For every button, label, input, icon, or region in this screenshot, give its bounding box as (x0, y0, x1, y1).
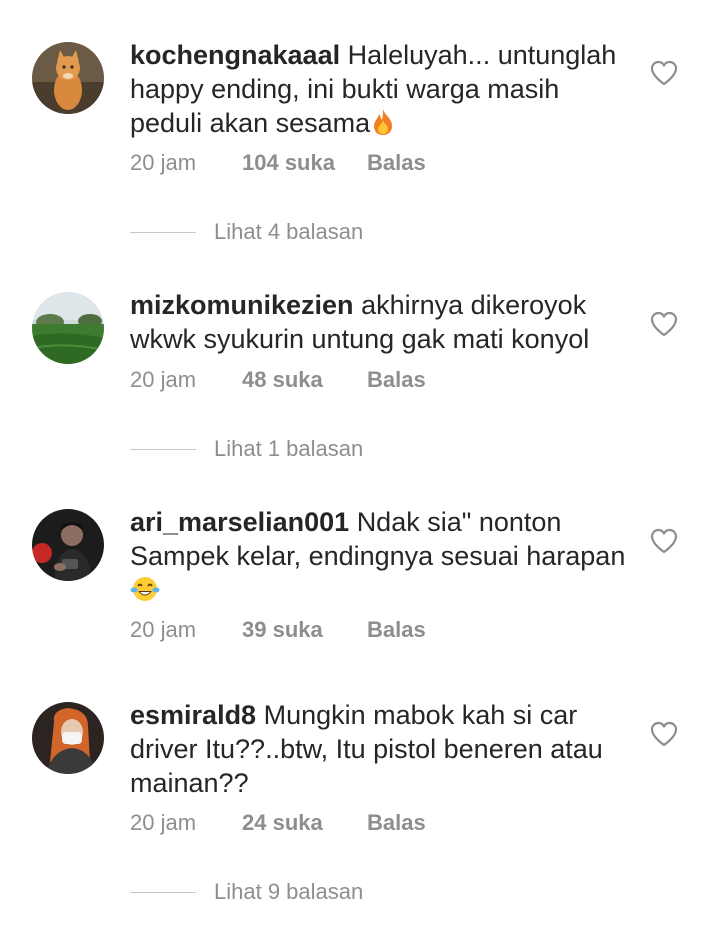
comment-username[interactable]: kochengnakaaal (130, 40, 340, 70)
avatar[interactable] (32, 702, 104, 774)
comment-text: esmirald8 Mungkin mabok kah si car drive… (130, 698, 630, 800)
avatar[interactable] (32, 509, 104, 581)
like-heart-icon[interactable] (650, 528, 678, 554)
comment-text: ari_marselian001 Ndak sia" nonton Sampek… (130, 505, 630, 607)
comment-likes[interactable]: 104 suka (242, 150, 367, 176)
avatar[interactable] (32, 292, 104, 364)
reply-button[interactable]: Balas (367, 150, 426, 176)
comment-username[interactable]: mizkomunikezien (130, 290, 354, 320)
tears-of-joy-icon (130, 575, 160, 603)
comment-username[interactable]: ari_marselian001 (130, 507, 349, 537)
view-replies-label[interactable]: Lihat 1 balasan (214, 436, 363, 462)
view-replies-label[interactable]: Lihat 9 balasan (214, 879, 363, 905)
like-heart-icon[interactable] (650, 721, 678, 747)
like-heart-icon[interactable] (650, 311, 678, 337)
reply-button[interactable]: Balas (367, 617, 426, 643)
reply-button[interactable]: Balas (367, 810, 426, 836)
replies-divider (130, 231, 196, 233)
comment-meta: 20 jam 48 suka Balas (130, 367, 426, 393)
comments-list: kochengnakaaal Haleluyah... untunglah ha… (0, 0, 720, 929)
view-replies-button[interactable]: Lihat 1 balasan (130, 434, 363, 464)
view-replies-button[interactable]: Lihat 4 balasan (130, 217, 363, 247)
comment-time: 20 jam (130, 617, 197, 642)
reply-button[interactable]: Balas (367, 367, 426, 393)
comment-username[interactable]: esmirald8 (130, 700, 256, 730)
fire-icon (370, 108, 396, 136)
comment-meta: 20 jam 39 suka Balas (130, 617, 426, 643)
comment-likes[interactable]: 24 suka (242, 810, 367, 836)
comment-time: 20 jam (130, 810, 197, 835)
comment-text: kochengnakaaal Haleluyah... untunglah ha… (130, 38, 630, 140)
view-replies-button[interactable]: Lihat 9 balasan (130, 877, 363, 907)
replies-divider (130, 448, 196, 450)
replies-divider (130, 891, 196, 893)
comment-meta: 20 jam 104 suka Balas (130, 150, 426, 176)
avatar[interactable] (32, 42, 104, 114)
comment-time: 20 jam (130, 150, 197, 175)
comment-meta: 20 jam 24 suka Balas (130, 810, 426, 836)
like-heart-icon[interactable] (650, 60, 678, 86)
view-replies-label[interactable]: Lihat 4 balasan (214, 219, 363, 245)
comment-likes[interactable]: 48 suka (242, 367, 367, 393)
comment-likes[interactable]: 39 suka (242, 617, 367, 643)
comment-time: 20 jam (130, 367, 197, 392)
comment-text: mizkomunikezien akhirnya dikeroyok wkwk … (130, 288, 630, 356)
